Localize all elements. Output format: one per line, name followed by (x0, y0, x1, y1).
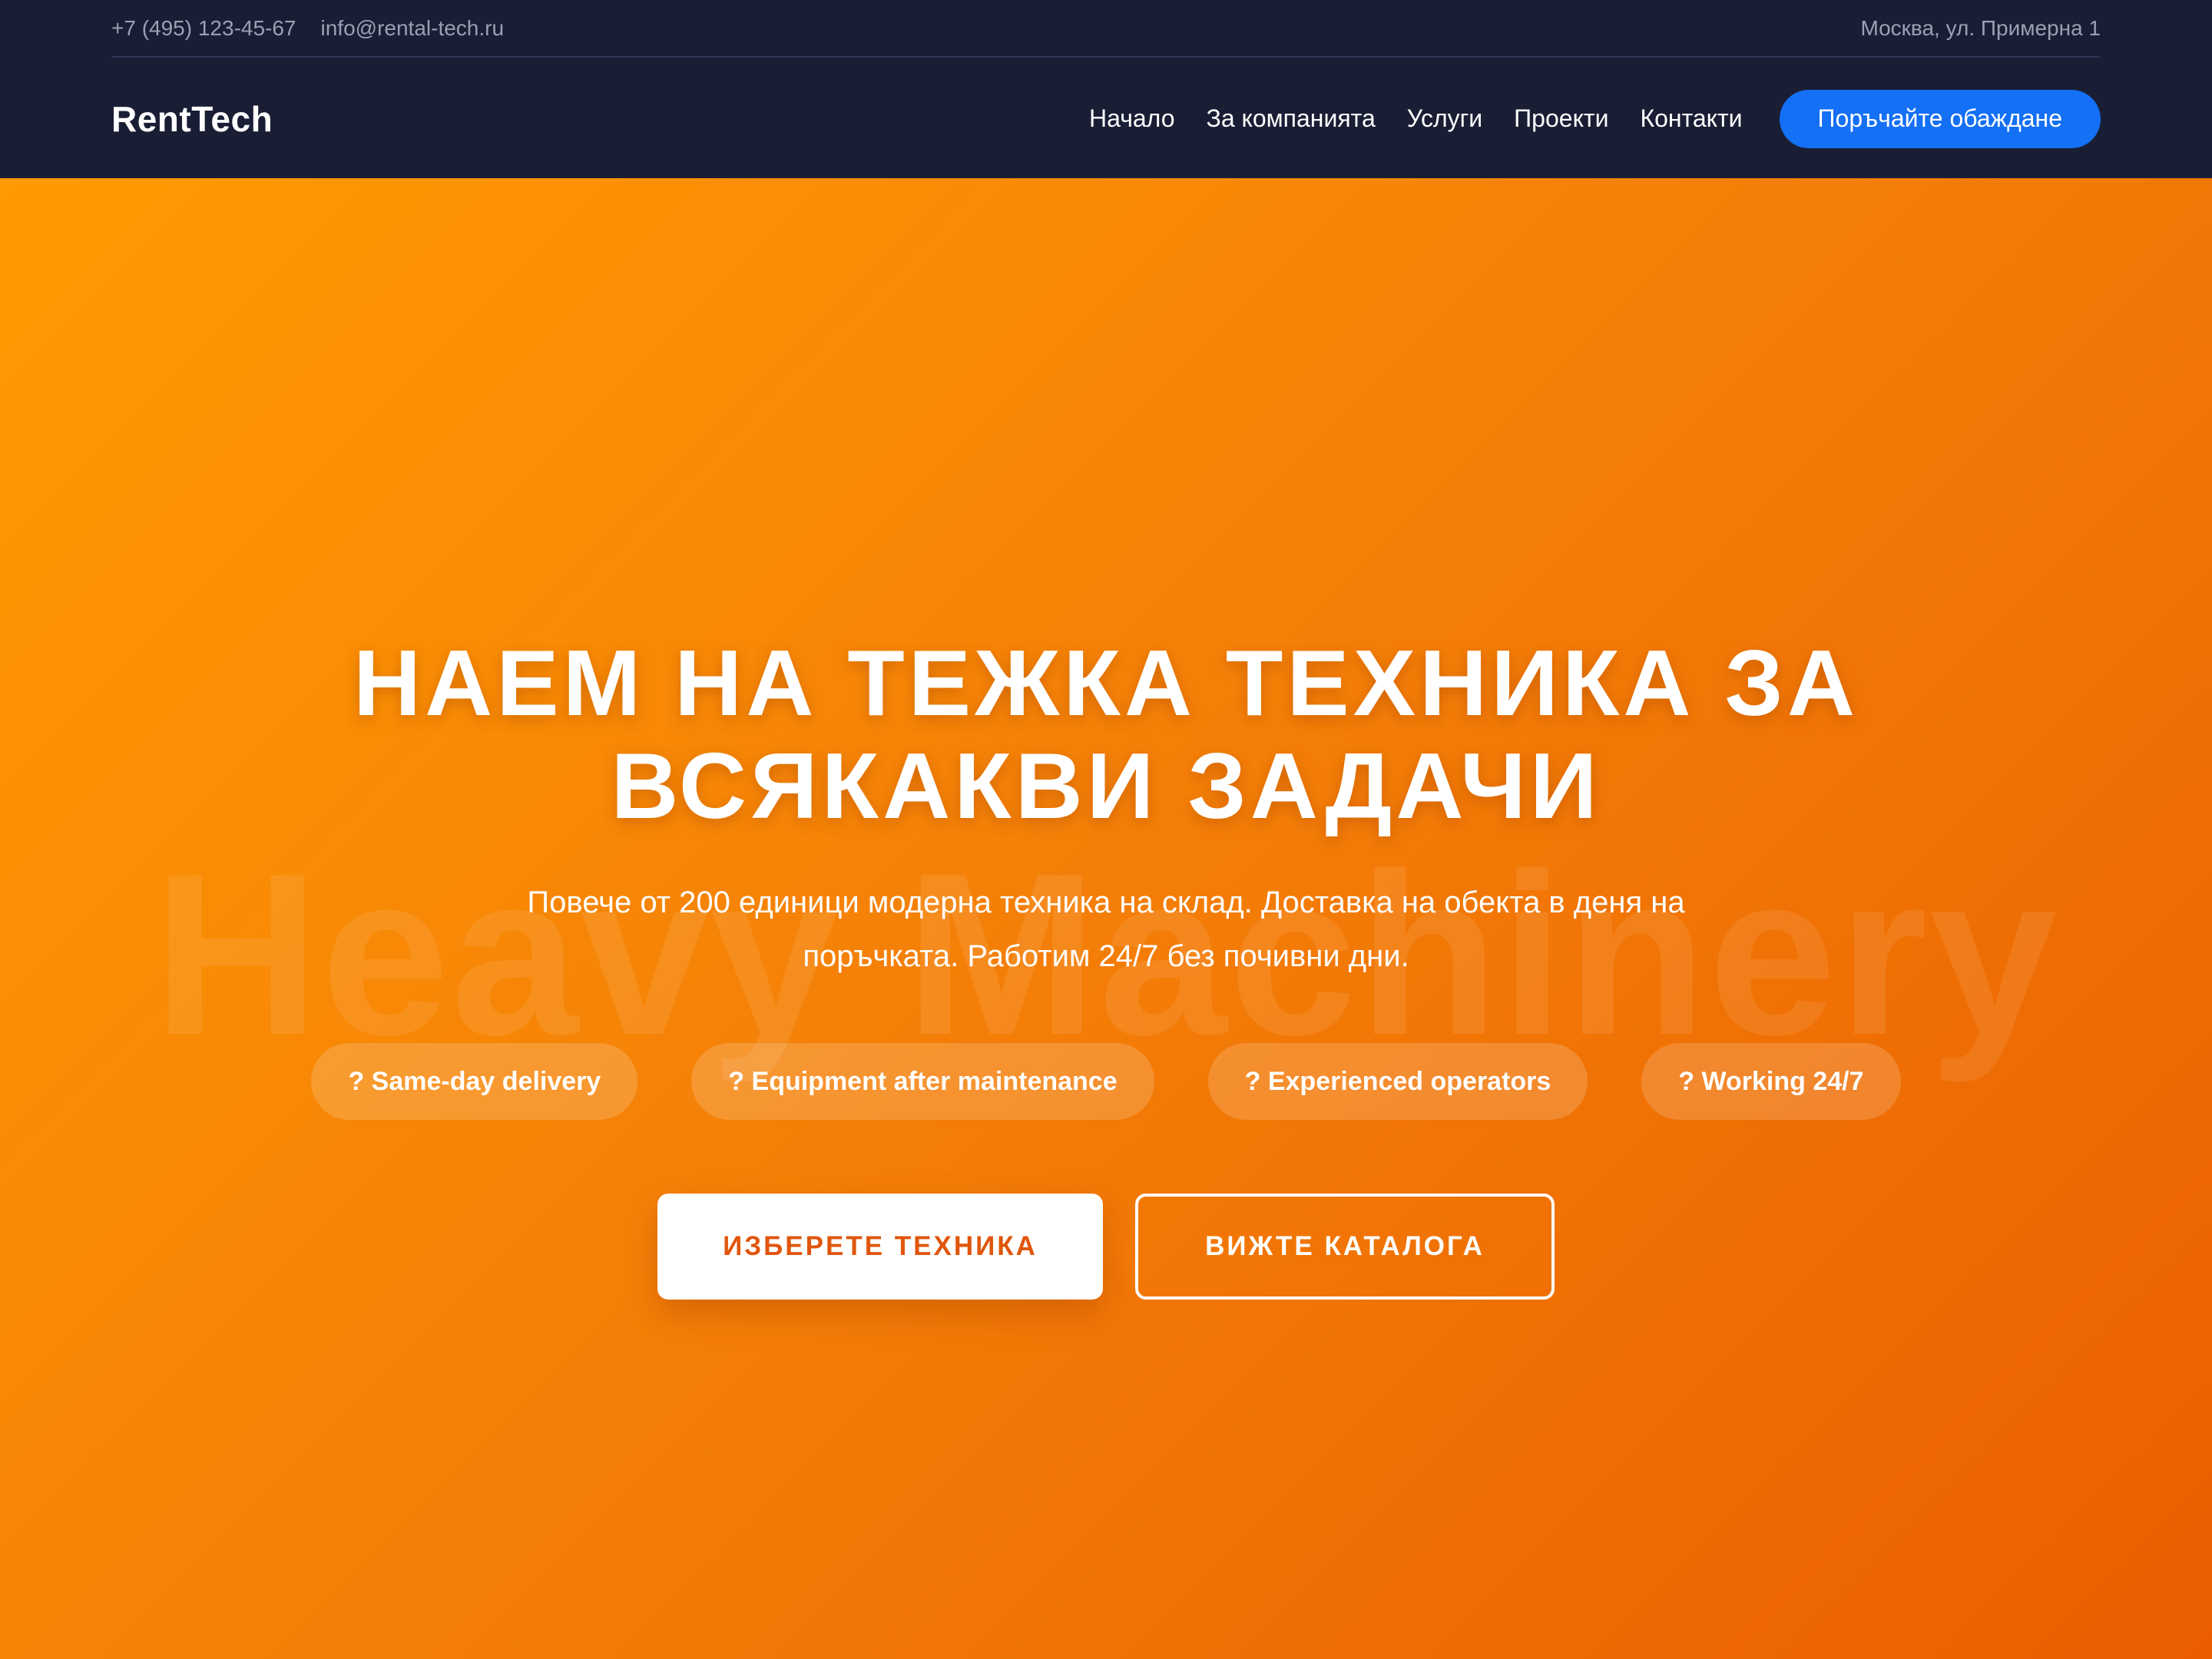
view-catalog-button[interactable]: ВИЖТЕ КАТАЛОГА (1135, 1194, 1555, 1300)
nav-link-services[interactable]: Услуги (1407, 104, 1482, 133)
nav-link-contacts[interactable]: Контакти (1640, 104, 1742, 133)
hero-title-line-1: НАЕМ НА ТЕЖКА ТЕХНИКА ЗА (353, 631, 1859, 735)
feature-badge-24-7: ? Working 24/7 (1641, 1043, 1901, 1120)
feature-badge-delivery: ? Same-day delivery (311, 1043, 638, 1120)
site-header: +7 (495) 123-45-67 info@rental-tech.ru М… (0, 0, 2212, 178)
main-navigation: RentTech Начало За компанията Услуги Про… (111, 59, 2101, 178)
email-link[interactable]: info@rental-tech.ru (321, 16, 505, 41)
hero-subtitle: Повече от 200 единици модерна техника на… (430, 876, 1782, 983)
hero-title: НАЕМ НА ТЕЖКА ТЕХНИКА ЗА ВСЯКАКВИ ЗАДАЧИ (230, 631, 1982, 837)
nav-link-projects[interactable]: Проекти (1514, 104, 1608, 133)
hero-actions: ИЗБЕРЕТЕ ТЕХНИКА ВИЖТЕ КАТАЛОГА (0, 1194, 2212, 1300)
feature-badges: ? Same-day delivery ? Equipment after ma… (0, 1043, 2212, 1120)
feature-badge-maintenance: ? Equipment after maintenance (691, 1043, 1154, 1120)
hero-title-line-2: ВСЯКАКВИ ЗАДАЧИ (611, 733, 1601, 838)
request-call-button[interactable]: Поръчайте обаждане (1779, 89, 2101, 148)
address-text: Москва, ул. Примерна 1 (1860, 15, 2101, 40)
nav-link-home[interactable]: Начало (1089, 104, 1175, 133)
feature-badge-operators: ? Experienced operators (1207, 1043, 1588, 1120)
hero-section: Heavy Machinery НАЕМ НА ТЕЖКА ТЕХНИКА ЗА… (0, 178, 2212, 1659)
nav-links: Начало За компанията Услуги Проекти Конт… (1089, 89, 2101, 148)
choose-equipment-button[interactable]: ИЗБЕРЕТЕ ТЕХНИКА (657, 1194, 1103, 1300)
hero-subtitle-line-1: Повече от 200 единици модерна техника на… (527, 886, 1685, 919)
logo[interactable]: RentTech (111, 98, 273, 140)
contact-info: +7 (495) 123-45-67 info@rental-tech.ru (111, 16, 504, 41)
nav-link-about[interactable]: За компанията (1207, 104, 1376, 133)
hero-subtitle-line-2: поръчката. Работим 24/7 без почивни дни. (803, 939, 1409, 973)
top-contact-bar: +7 (495) 123-45-67 info@rental-tech.ru М… (111, 0, 2101, 58)
phone-link[interactable]: +7 (495) 123-45-67 (111, 16, 296, 41)
